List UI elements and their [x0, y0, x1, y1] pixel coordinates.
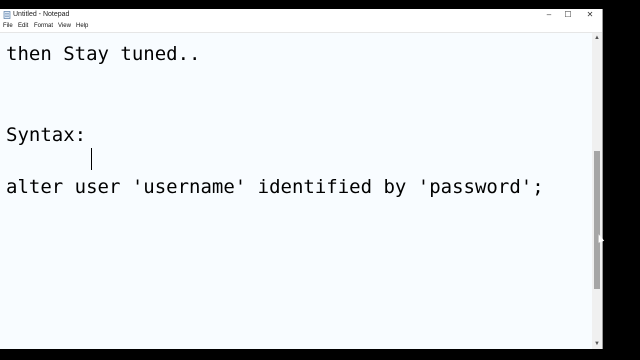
scroll-down-arrow-icon[interactable]: ▼ [592, 339, 602, 349]
notepad-window: Untitled - Notepad – ☐ ✕ File Edit Forma… [0, 9, 603, 349]
menu-edit[interactable]: Edit [18, 22, 28, 31]
menu-format[interactable]: Format [34, 22, 53, 31]
menu-bar: File Edit Format View Help [0, 21, 602, 33]
screen-top-bar [0, 0, 640, 9]
editor-line-2: Syntax: [6, 124, 87, 146]
editor-line-3: alter user 'username' identified by 'pas… [6, 176, 544, 198]
text-caret [91, 148, 92, 170]
text-editor-area[interactable]: then Stay tuned.. Syntax: alter user 'us… [0, 33, 592, 349]
window-title: Untitled - Notepad [13, 11, 70, 18]
menu-view[interactable]: View [58, 22, 71, 31]
scroll-up-arrow-icon[interactable]: ▲ [592, 33, 602, 43]
maximize-button[interactable]: ☐ [557, 9, 579, 21]
menu-help[interactable]: Help [76, 22, 88, 31]
menu-file[interactable]: File [3, 22, 13, 31]
close-button[interactable]: ✕ [579, 9, 601, 21]
vertical-scrollbar[interactable]: ▲ ▼ [592, 33, 602, 349]
editor-line-1: then Stay tuned.. [6, 43, 201, 65]
title-bar: Untitled - Notepad – ☐ ✕ [0, 9, 602, 21]
notepad-app-icon [3, 11, 11, 19]
screen-bottom-bar [0, 349, 640, 360]
scroll-thumb[interactable] [594, 151, 600, 289]
